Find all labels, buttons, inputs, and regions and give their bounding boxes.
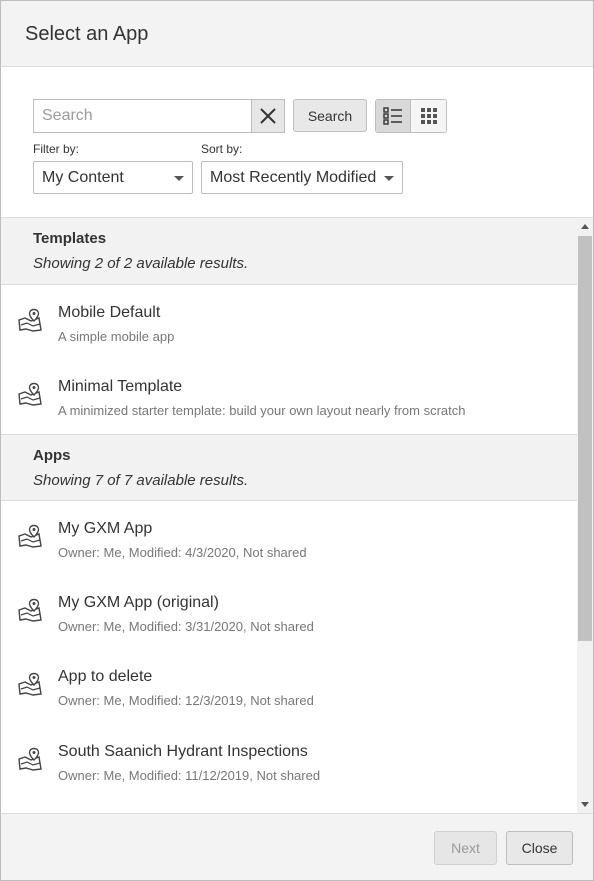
map-app-icon — [18, 672, 42, 696]
list-view-icon — [383, 107, 402, 125]
apps-section-header: Apps Showing 7 of 7 available results. — [1, 434, 577, 501]
dialog-footer: Next Close — [1, 813, 593, 880]
search-toolbar: Search Filter by: — [1, 67, 593, 218]
map-app-icon — [18, 308, 42, 332]
filter-label: Filter by: — [33, 142, 80, 156]
scrollbar-thumb[interactable] — [578, 236, 592, 641]
filter-value: My Content — [42, 168, 124, 186]
item-subtitle: Owner: Me, Modified: 11/12/2019, Not sha… — [58, 768, 321, 783]
filter-select[interactable]: My Content — [33, 161, 193, 194]
templates-section-header: Templates Showing 2 of 2 available resul… — [1, 218, 577, 285]
grid-view-button[interactable] — [411, 100, 446, 132]
select-app-dialog: Select an App Search Search Filter by: M… — [0, 0, 594, 881]
list-item[interactable]: My GXM App (original) Owner: Me, Modifie… — [1, 576, 577, 648]
results-list: Templates Showing 2 of 2 available resul… — [1, 218, 577, 813]
map-app-icon — [18, 382, 42, 406]
view-toggle — [375, 99, 447, 133]
search-button[interactable]: Search — [293, 99, 367, 132]
close-icon — [260, 108, 276, 124]
section-title: Templates — [33, 230, 107, 247]
list-item[interactable]: South Saanich Hydrant Inspections Owner:… — [1, 725, 577, 797]
section-title: Apps — [33, 447, 71, 464]
list-item[interactable]: My GXM App Owner: Me, Modified: 4/3/2020… — [1, 502, 577, 574]
close-button[interactable]: Close — [506, 831, 573, 865]
list-item[interactable]: Mobile Default A simple mobile app — [1, 286, 577, 358]
item-subtitle: Owner: Me, Modified: 3/31/2020, Not shar… — [58, 619, 314, 634]
item-title: My GXM App (original) — [58, 594, 219, 611]
item-subtitle: A simple mobile app — [58, 329, 175, 344]
list-item[interactable]: Minimal Template A minimized starter tem… — [1, 360, 577, 432]
chevron-down-icon — [384, 176, 394, 181]
map-app-icon — [18, 747, 42, 771]
item-title: App to delete — [58, 668, 153, 685]
item-subtitle: Owner: Me, Modified: 12/3/2019, Not shar… — [58, 693, 314, 708]
next-button[interactable]: Next — [434, 831, 497, 865]
scroll-up-arrow-icon[interactable] — [581, 224, 589, 229]
item-subtitle: A minimized starter template: build your… — [58, 403, 466, 418]
chevron-down-icon — [174, 176, 184, 181]
scroll-down-arrow-icon[interactable] — [581, 802, 589, 807]
vertical-scrollbar[interactable] — [577, 218, 593, 813]
item-title: Mobile Default — [58, 304, 161, 321]
sort-label: Sort by: — [201, 142, 243, 156]
map-app-icon — [18, 598, 42, 622]
item-subtitle: Owner: Me, Modified: 4/3/2020, Not share… — [58, 545, 307, 560]
sort-select[interactable]: Most Recently Modified — [201, 161, 403, 194]
search-box — [33, 99, 285, 133]
map-app-icon — [18, 524, 42, 548]
list-view-button[interactable] — [376, 100, 411, 132]
item-title: My GXM App — [58, 520, 153, 537]
section-count: Showing 7 of 7 available results. — [33, 472, 249, 489]
list-item[interactable]: App to delete Owner: Me, Modified: 12/3/… — [1, 650, 577, 722]
clear-search-button[interactable] — [251, 100, 284, 132]
search-input[interactable] — [34, 100, 252, 132]
item-title: Minimal Template — [58, 378, 183, 395]
sort-value: Most Recently Modified — [210, 168, 377, 186]
dialog-title-bar: Select an App — [1, 1, 593, 67]
item-title: South Saanich Hydrant Inspections — [58, 743, 308, 760]
section-count: Showing 2 of 2 available results. — [33, 255, 249, 272]
dialog-title: Select an App — [25, 23, 149, 45]
grid-view-icon — [420, 108, 437, 124]
